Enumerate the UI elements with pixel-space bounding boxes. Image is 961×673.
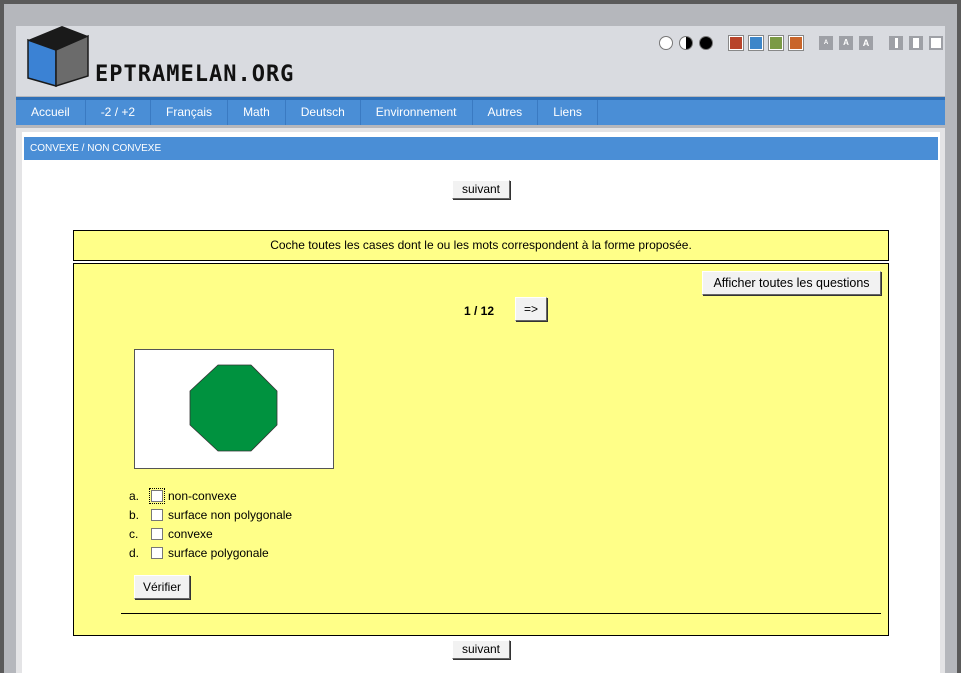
content-area: CONVEXE / NON CONVEXE suivant Coche tout… bbox=[16, 128, 945, 673]
answer-label: surface polygonale bbox=[168, 545, 269, 560]
nav-item-autres[interactable]: Autres bbox=[473, 100, 539, 125]
answer-letter: c. bbox=[129, 526, 139, 541]
answer-checkbox-surface-non-polygonale[interactable] bbox=[151, 508, 163, 521]
next-question-button[interactable]: => bbox=[515, 297, 547, 321]
site-header: EPTRAMELAN.ORG A A A bbox=[16, 26, 945, 96]
main-nav: Accueil -2 / +2 Français Math Deutsch En… bbox=[16, 97, 945, 125]
nav-item-accueil[interactable]: Accueil bbox=[16, 100, 86, 125]
question-counter: 1 / 12 bbox=[464, 304, 495, 318]
shape-image bbox=[134, 349, 334, 469]
answer-option: b. surface non polygonale bbox=[129, 505, 292, 524]
contrast-half-icon[interactable] bbox=[679, 36, 693, 50]
nav-item-minus2-plus2[interactable]: -2 / +2 bbox=[86, 100, 152, 125]
logo-cube-icon bbox=[27, 26, 89, 88]
font-large-icon[interactable]: A bbox=[859, 36, 873, 50]
verify-button[interactable]: Vérifier bbox=[134, 575, 190, 599]
question-box: Afficher toutes les questions 1 / 12 => … bbox=[73, 263, 889, 636]
answer-list: a. non-convexe b. surface non polygonale… bbox=[129, 486, 292, 562]
next-button-top[interactable]: suivant bbox=[452, 180, 510, 199]
divider bbox=[121, 613, 881, 614]
answer-label: non-convexe bbox=[168, 488, 237, 503]
nav-item-deutsch[interactable]: Deutsch bbox=[286, 100, 361, 125]
answer-checkbox-convexe[interactable] bbox=[151, 527, 163, 540]
content-panel: CONVEXE / NON CONVEXE suivant Coche tout… bbox=[22, 132, 940, 673]
color-green-icon[interactable] bbox=[769, 36, 783, 50]
color-orange-icon[interactable] bbox=[789, 36, 803, 50]
site-logo-text: EPTRAMELAN.ORG bbox=[95, 62, 295, 87]
color-blue-icon[interactable] bbox=[749, 36, 763, 50]
contrast-black-icon[interactable] bbox=[699, 36, 713, 50]
color-red-icon[interactable] bbox=[729, 36, 743, 50]
answer-option: c. convexe bbox=[129, 524, 292, 543]
answer-label: surface non polygonale bbox=[168, 507, 293, 522]
instruction-text: Coche toutes les cases dont le ou les mo… bbox=[73, 230, 889, 261]
octagon-shape bbox=[189, 364, 278, 452]
nav-item-francais[interactable]: Français bbox=[151, 100, 229, 125]
next-button-bottom[interactable]: suivant bbox=[452, 640, 510, 659]
answer-letter: d. bbox=[129, 545, 140, 560]
contrast-white-icon[interactable] bbox=[659, 36, 673, 50]
answer-label: convexe bbox=[168, 526, 213, 541]
font-medium-icon[interactable]: A bbox=[839, 36, 853, 50]
show-all-questions-button[interactable]: Afficher toutes les questions bbox=[702, 271, 881, 295]
font-small-icon[interactable]: A bbox=[819, 36, 833, 50]
answer-option: a. non-convexe bbox=[129, 486, 292, 505]
width-narrow-icon[interactable] bbox=[889, 36, 903, 50]
nav-item-liens[interactable]: Liens bbox=[538, 100, 598, 125]
nav-item-math[interactable]: Math bbox=[228, 100, 286, 125]
answer-option: d. surface polygonale bbox=[129, 543, 292, 562]
answer-checkbox-non-convexe[interactable] bbox=[149, 487, 165, 504]
nav-item-environnement[interactable]: Environnement bbox=[361, 100, 473, 125]
breadcrumb: CONVEXE / NON CONVEXE bbox=[24, 137, 938, 160]
answer-letter: a. bbox=[129, 488, 140, 503]
answer-letter: b. bbox=[129, 507, 140, 522]
width-wide-icon[interactable] bbox=[929, 36, 943, 50]
width-medium-icon[interactable] bbox=[909, 36, 923, 50]
answer-checkbox-surface-polygonale[interactable] bbox=[151, 546, 163, 559]
